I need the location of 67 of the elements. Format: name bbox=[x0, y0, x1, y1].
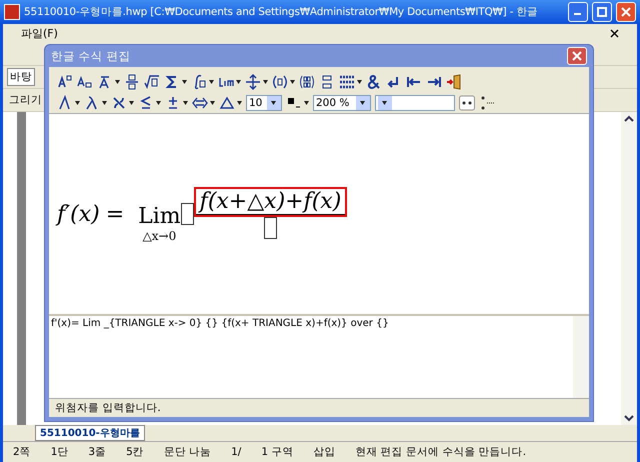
matrix-icon[interactable] bbox=[299, 74, 315, 90]
dropdown-arrow-icon[interactable] bbox=[263, 80, 268, 84]
status-text: 1/ bbox=[230, 446, 242, 458]
close-button[interactable] bbox=[616, 2, 636, 22]
dropdown-arrow-icon[interactable] bbox=[357, 80, 362, 84]
dropdown-arrow-icon[interactable] bbox=[237, 100, 242, 104]
equation-lhs: f′(x) bbox=[57, 202, 100, 226]
zoom-combo[interactable]: 200 % bbox=[313, 94, 371, 110]
dropdown-arrow-icon[interactable] bbox=[209, 80, 214, 84]
font-size-combo[interactable]: 10 bbox=[246, 94, 282, 110]
toolbar-label[interactable]: 그리기 bbox=[7, 92, 44, 108]
app-icon bbox=[4, 4, 20, 20]
close-icon[interactable] bbox=[610, 29, 619, 38]
subscript-icon[interactable] bbox=[77, 74, 93, 90]
limit-subscript: △x→0 bbox=[142, 228, 176, 242]
status-text: 현재 편집 문서에 수식을 만듭니다. bbox=[354, 445, 528, 459]
dropdown-arrow-icon[interactable] bbox=[304, 100, 309, 104]
arrows-icon[interactable] bbox=[245, 74, 261, 90]
equals-sign: = bbox=[106, 202, 124, 226]
stacked-layout-icon[interactable] bbox=[479, 94, 495, 110]
placeholder-box[interactable] bbox=[180, 203, 194, 225]
dropdown-arrow-icon[interactable] bbox=[183, 100, 188, 104]
parentheses-icon[interactable] bbox=[272, 74, 288, 90]
status-text: 문단 나눔 bbox=[162, 445, 212, 459]
close-button[interactable] bbox=[567, 47, 587, 65]
dropdown-arrow-icon[interactable] bbox=[210, 100, 215, 104]
dropdown-arrow-icon[interactable] bbox=[102, 100, 107, 104]
triangle-icon[interactable] bbox=[219, 94, 235, 110]
maximize-icon bbox=[597, 7, 607, 17]
menu-item[interactable]: 파일(F) bbox=[21, 26, 58, 41]
status-text: 삽입 bbox=[312, 445, 336, 459]
toolbar-label[interactable]: 바탕 bbox=[7, 68, 35, 86]
minimize-button[interactable] bbox=[568, 2, 588, 22]
limit-operator: Lim bbox=[138, 204, 181, 228]
fraction-numerator[interactable]: f(x+△x)+f(x) bbox=[196, 189, 346, 215]
status-text: 2쪽 bbox=[12, 445, 32, 459]
dialog-status-text: 위첨자를 입력합니다. bbox=[55, 401, 161, 415]
window-title: 55110010-우형마를.hwp [C:₩Documents and Settings₩Administrator₩My Documents₩ITQ₩] - 한글 bbox=[24, 5, 540, 19]
dropdown-arrow-icon[interactable] bbox=[156, 100, 161, 104]
grid-icon[interactable] bbox=[339, 74, 355, 90]
placeholder-box[interactable] bbox=[264, 217, 277, 239]
dropdown-arrow-icon[interactable] bbox=[236, 80, 241, 84]
dialog-title: 한글 수식 편집 bbox=[51, 48, 130, 64]
status-text: 1 구역 bbox=[260, 445, 294, 459]
close-icon bbox=[572, 51, 582, 61]
status-text: 3줄 bbox=[87, 445, 108, 459]
dropdown-arrow-icon[interactable] bbox=[129, 100, 134, 104]
dropdown-arrow-icon[interactable] bbox=[182, 80, 187, 84]
status-text: 5칸 bbox=[125, 445, 145, 459]
vertical-scrollbar[interactable] bbox=[621, 112, 637, 425]
dropdown-arrow-icon[interactable] bbox=[360, 100, 364, 104]
status-text: 1단 bbox=[50, 445, 70, 459]
maximize-button[interactable] bbox=[592, 2, 612, 22]
dropdown-arrow-icon[interactable] bbox=[290, 80, 295, 84]
inline-layout-icon[interactable] bbox=[459, 94, 475, 110]
root-icon[interactable] bbox=[144, 74, 160, 90]
dropdown-arrow-icon[interactable] bbox=[115, 80, 120, 84]
door-exit-icon[interactable] bbox=[446, 74, 462, 90]
dropdown-arrow-icon[interactable] bbox=[382, 100, 386, 104]
close-icon bbox=[621, 7, 631, 17]
fraction-icon[interactable] bbox=[124, 74, 140, 90]
vertical-scrollbar[interactable] bbox=[573, 316, 589, 398]
ampersand-icon[interactable] bbox=[366, 74, 382, 90]
dropdown-arrow-icon[interactable] bbox=[75, 100, 80, 104]
document-tab[interactable]: 55110010-우형마를 bbox=[35, 425, 145, 441]
superscript-icon[interactable] bbox=[57, 74, 73, 90]
dropdown-arrow-icon[interactable] bbox=[270, 100, 276, 104]
